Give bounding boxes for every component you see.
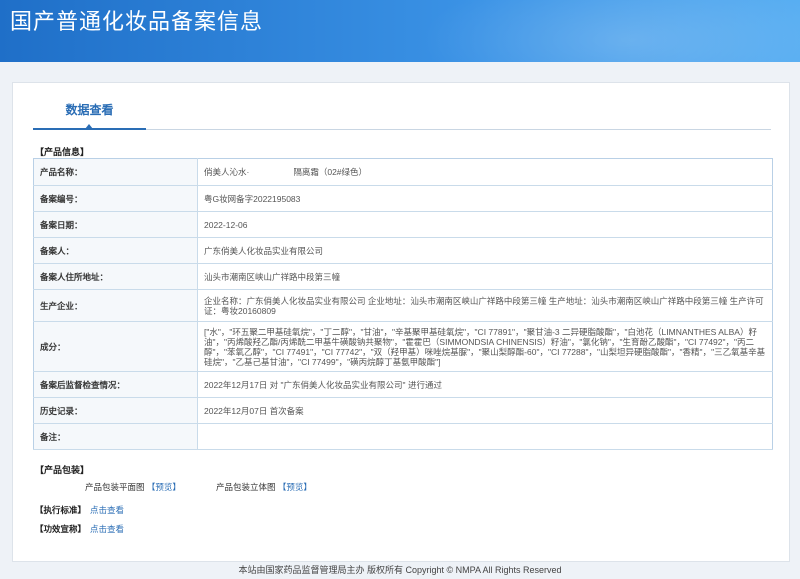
table-row: 备注：: [33, 423, 773, 450]
manufacturer-value: 企业名称：广东俏美人化妆品实业有限公司 企业地址：汕头市潮南区峡山广祥路中段第三…: [197, 289, 773, 322]
product-info-table: 产品名称： 俏美人沁水· 隔离霜（02#绿色） 备案编号： 粤G妆网备字20221…: [33, 158, 773, 450]
packaging-flat-preview-link[interactable]: 【预览】: [147, 482, 181, 492]
row-label: 生产企业：: [33, 289, 198, 322]
inspection-value: 2022年12月17日 对 "广东俏美人化妆品实业有限公司" 进行通过: [197, 371, 773, 398]
table-row: 生产企业： 企业名称：广东俏美人化妆品实业有限公司 企业地址：汕头市潮南区峡山广…: [33, 289, 773, 322]
standard-view-link[interactable]: 点击查看: [90, 505, 124, 515]
product-name-value: 俏美人沁水· 隔离霜（02#绿色）: [197, 158, 773, 186]
row-label: 备注：: [33, 423, 198, 450]
page-title: 国产普通化妆品备案信息: [10, 9, 264, 34]
packaging-flat: 产品包装平面图 【预览】: [85, 481, 181, 493]
efficacy-view-link[interactable]: 点击查看: [90, 524, 124, 534]
row-label: 备案人住所地址：: [33, 263, 198, 290]
content-panel: 数据查看 【产品信息】 产品名称： 俏美人沁水· 隔离霜（02#绿色） 备案编号：…: [12, 82, 790, 562]
product-info-title: 【产品信息】: [35, 147, 90, 157]
table-row: 备案人住所地址： 汕头市潮南区峡山广祥路中段第三幢: [33, 263, 773, 290]
tab-data-view[interactable]: 数据查看: [33, 101, 146, 130]
table-row: 备案人： 广东俏美人化妆品实业有限公司: [33, 237, 773, 264]
table-row: 备案后监督检查情况： 2022年12月17日 对 "广东俏美人化妆品实业有限公司…: [33, 371, 773, 398]
tab-label: 数据查看: [65, 103, 114, 117]
ingredients-value: ["水"，"环五聚二甲基硅氧烷"，"丁二醇"，"甘油"，"辛基聚甲基硅氧烷"，"…: [197, 321, 773, 372]
filer-address-value: 汕头市潮南区峡山广祥路中段第三幢: [197, 263, 773, 290]
packaging-solid-preview-link[interactable]: 【预览】: [278, 482, 312, 492]
page-footer: 本站由国家药品监督管理局主办 版权所有 Copyright © NMPA All…: [238, 565, 562, 575]
row-label: 成分：: [33, 321, 198, 372]
tab-bar: 数据查看: [33, 101, 771, 130]
tab-indicator-arrow: [85, 124, 93, 129]
packaging-solid-label: 产品包装立体图: [216, 482, 276, 492]
table-row: 备案日期： 2022-12-06: [33, 211, 773, 238]
filing-date-value: 2022-12-06: [197, 211, 773, 238]
product-name-suffix: 隔离霜（02#绿色）: [293, 166, 368, 177]
filing-number-value: 粤G妆网备字2022195083: [197, 185, 773, 212]
table-row: 历史记录： 2022年12月07日 首次备案: [33, 397, 773, 424]
standard-label: 【执行标准】: [35, 505, 87, 515]
remarks-value: [197, 423, 773, 450]
row-label: 产品名称：: [33, 158, 198, 186]
table-row: 备案编号： 粤G妆网备字2022195083: [33, 185, 773, 212]
table-row: 成分： ["水"，"环五聚二甲基硅氧烷"，"丁二醇"，"甘油"，"辛基聚甲基硅氧…: [33, 321, 773, 372]
redacted-text: [249, 168, 294, 178]
filer-value: 广东俏美人化妆品实业有限公司: [197, 237, 773, 264]
header-decoration: [420, 0, 800, 62]
product-name-prefix: 俏美人沁水·: [204, 166, 250, 177]
efficacy-row: 【功效宣称】 点击查看: [35, 523, 124, 535]
page-header: 国产普通化妆品备案信息: [0, 0, 800, 62]
history-value: 2022年12月07日 首次备案: [197, 397, 773, 424]
packaging-title: 【产品包装】: [35, 465, 90, 475]
row-label: 备案后监督检查情况：: [33, 371, 198, 398]
row-label: 备案日期：: [33, 211, 198, 238]
row-label: 备案编号：: [33, 185, 198, 212]
standard-row: 【执行标准】 点击查看: [35, 504, 124, 516]
row-label: 备案人：: [33, 237, 198, 264]
row-label: 历史记录：: [33, 397, 198, 424]
efficacy-label: 【功效宣称】: [35, 524, 87, 534]
packaging-flat-label: 产品包装平面图: [85, 482, 145, 492]
packaging-solid: 产品包装立体图 【预览】: [216, 481, 312, 493]
table-row: 产品名称： 俏美人沁水· 隔离霜（02#绿色）: [33, 158, 773, 186]
